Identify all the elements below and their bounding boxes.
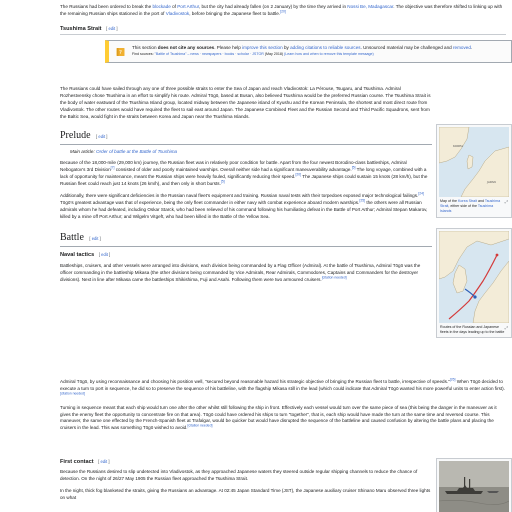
edit-section: [ edit ] [106,25,118,31]
text: Find sources: [132,52,155,57]
naval-paragraph-3: Turning in sequence meant that each ship… [60,405,506,433]
edit-section: [ edit ] [89,236,101,242]
heading-text: Tsushima Strait [60,25,102,32]
edit-link[interactable]: edit [108,26,115,31]
map-korea-strait-caption: ⤢ Map of the Korea Strait and Tsushima S… [439,197,509,215]
text: Turning in sequence meant that each ship… [60,404,497,431]
text: Tōgō's greatest advantage was that of ex… [60,199,360,205]
magnify-icon[interactable]: ⤢ [505,325,508,331]
text: , before bringing the Japanese fleet to … [189,10,281,16]
routes-map-svg [439,231,509,323]
battle-photo-thumb[interactable] [436,458,512,512]
map-korea-strait-image[interactable]: KOREA JAPAN [439,127,509,197]
tsushima-heading: Tsushima Strait [ edit ] [60,25,506,33]
magnify-icon[interactable]: ⤢ [505,199,508,205]
text: . [470,45,473,51]
naval-paragraph-1: Battleships, cruisers, and other vessels… [60,263,432,284]
book-question-icon: ? [116,48,125,57]
link-blockade[interactable]: blockade [152,4,170,9]
tsushima-paragraph: The Russians could have sailed through a… [60,86,431,119]
prelude-paragraph-1: Because of the 18,000-mile (29,000 km) j… [60,160,432,188]
text: and [476,199,485,203]
naval-tactics-heading: Naval tactics [ edit ] [60,251,432,259]
find-sources: Find sources: "Battle of Tsushima" – new… [132,52,472,57]
citation-needed[interactable]: [citation needed] [322,275,347,279]
text: Main article: [70,149,97,155]
routes-map-image[interactable] [439,231,509,323]
text: Map of the [440,199,458,203]
first-contact-paragraph-1: Because the Russians desired to slip und… [60,469,418,482]
text: , but the city had already fallen (on 2 … [198,4,348,9]
notice-text: This section does not cite any sources. … [132,45,472,57]
text: Additionally, there were significant def… [60,192,419,198]
edit-section: [ edit ] [98,459,110,464]
link-order-of-battle[interactable]: Order of battle at the Battle of Tsushim… [96,149,177,154]
heading-text: Battle [60,232,84,244]
text: . Unsourced material may be challenged a… [360,45,454,51]
text: , either side of the [448,204,478,209]
map-korea-strait-thumb[interactable]: KOREA JAPAN ⤢ Map of the Korea Strait an… [436,124,512,218]
text: Routes of the Russian and Japanese fleet… [440,325,505,335]
edit-link[interactable]: edit [100,459,107,464]
battle-heading: Battle [ edit ] [60,230,432,248]
text: Admiral Tōgō, by using reconnaissance an… [60,379,450,384]
text: This section [132,45,158,51]
link-remove-template[interactable]: (Learn how and when to remove this templ… [284,52,374,56]
link-add-citations[interactable]: adding citations to reliable sources [290,45,360,50]
battle-photo-image[interactable] [439,461,509,512]
text-bold: does not cite any sources [157,45,215,51]
text: The Russians had been ordered to break t… [60,4,153,9]
intro-section: The Russians had been ordered to break t… [60,4,512,69]
naval-paragraph-2: Admiral Tōgō, by using reconnaissance an… [60,378,506,400]
edit-link[interactable]: edit [101,252,108,257]
link-nossi-be[interactable]: Nossi Be, Madagascar [347,4,393,9]
routes-map-thumb[interactable]: ⤢ Routes of the Russian and Japanese fle… [436,228,512,339]
svg-text:JAPAN: JAPAN [486,180,496,184]
citation-needed[interactable]: [citation needed] [188,424,213,428]
prelude-paragraph-2: Additionally, there were significant def… [60,191,432,221]
link-improve-section[interactable]: improve this section [242,45,283,50]
edit-link[interactable]: edit [98,134,105,139]
text: (May 2018) [263,52,285,57]
first-contact-paragraph-2: In the night, thick fog blanketed the st… [60,488,431,501]
first-contact-heading: First contact [ edit ] [60,458,432,466]
text: . Please help [214,45,243,51]
link-removed[interactable]: removed [453,45,471,50]
intro-paragraph: The Russians had been ordered to break t… [60,4,506,18]
heading-text: Naval tactics [60,252,95,259]
first-contact-column: First contact [ edit ] Because the Russi… [60,458,432,507]
main-column: The Russians could have sailed through a… [60,86,432,289]
link-vladivostok[interactable]: Vladivostok [166,11,190,16]
ref[interactable]: [24] [418,191,424,195]
edit-section: [ edit ] [98,252,111,258]
main-article-hatnote: Main article: Order of battle at the Bat… [60,149,432,156]
battle-photo-svg [439,461,509,512]
prelude-heading: Prelude [ edit ] [60,128,432,146]
svg-text:?: ? [119,50,122,56]
ref-20[interactable]: [20] [280,9,286,13]
edit-section: [ edit ] [96,134,108,140]
edit-link[interactable]: edit [92,236,99,241]
text: Battleships, cruisers, and other vessels… [60,262,421,282]
link-find-sources[interactable]: "Battle of Tsushima" – news · newspapers… [155,52,264,56]
map-korea-strait-svg: KOREA JAPAN [439,127,509,197]
battle-column-wide: Admiral Tōgō, by using reconnaissance an… [60,378,506,437]
text: by [282,45,291,51]
heading-text: Prelude [60,130,91,142]
svg-text:KOREA: KOREA [453,144,464,148]
article-page: The Russians had been ordered to break t… [0,0,512,512]
ref[interactable]: [5] [221,179,225,183]
text: consisted of older and poorly maintained… [114,167,352,173]
unsourced-notice: ? This section does not cite any sources… [105,40,512,64]
routes-map-caption: ⤢ Routes of the Russian and Japanese fle… [439,323,509,335]
citation-needed[interactable]: [citation needed] [60,391,85,395]
heading-text: First contact [60,459,94,465]
link-korea-strait[interactable]: Korea Strait [458,199,477,203]
link-port-arthur[interactable]: Port Arthur [177,4,199,9]
